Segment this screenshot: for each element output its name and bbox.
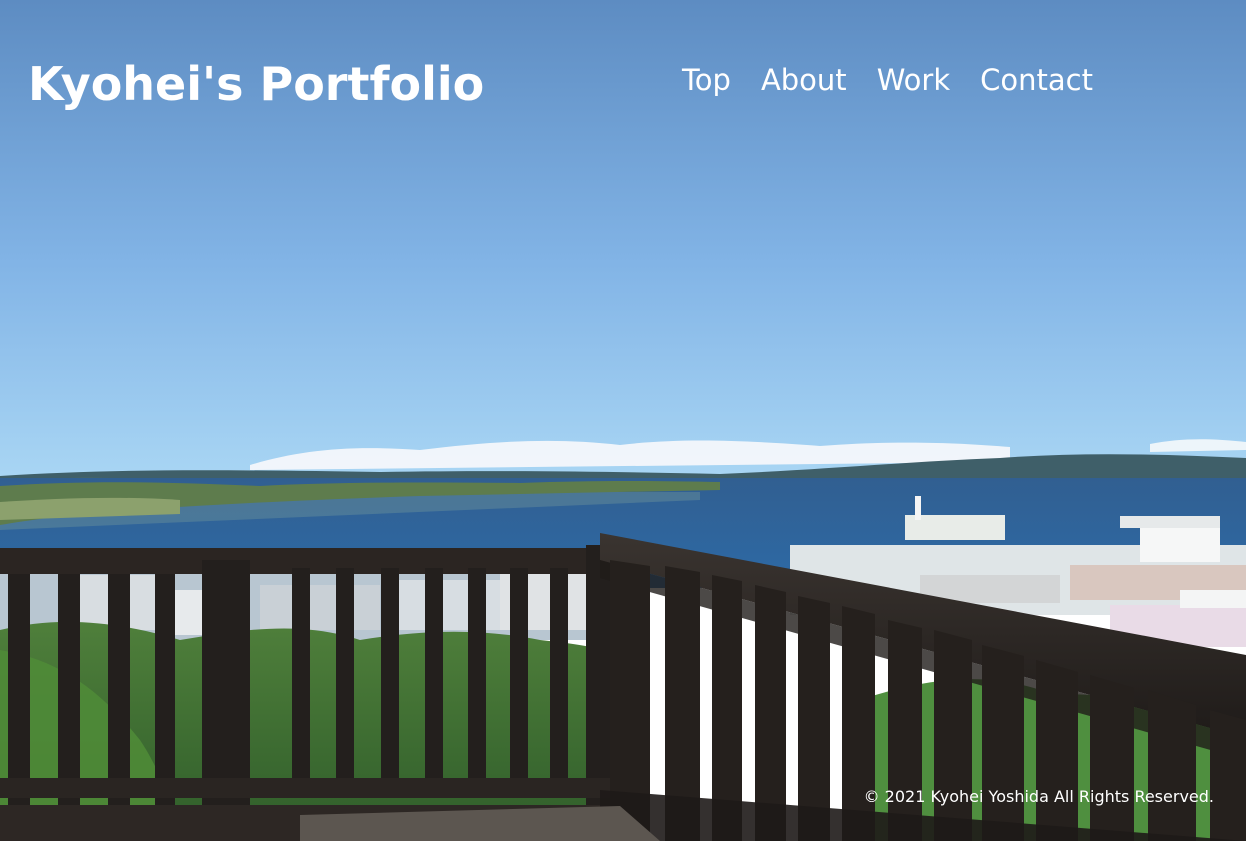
global-nav: Top About Work Contact	[682, 63, 1093, 97]
nav-link-about[interactable]: About	[761, 63, 847, 97]
site-header: Kyohei's Portfolio Top About Work Contac…	[0, 0, 1246, 170]
nav-link-contact[interactable]: Contact	[980, 63, 1093, 97]
copyright-notice: © 2021 Kyohei Yoshida All Rights Reserve…	[863, 787, 1214, 806]
nav-link-work[interactable]: Work	[877, 63, 950, 97]
site-title[interactable]: Kyohei's Portfolio	[28, 52, 484, 116]
nav-link-top[interactable]: Top	[682, 63, 731, 97]
portfolio-page: Kyohei's Portfolio Top About Work Contac…	[0, 0, 1246, 841]
